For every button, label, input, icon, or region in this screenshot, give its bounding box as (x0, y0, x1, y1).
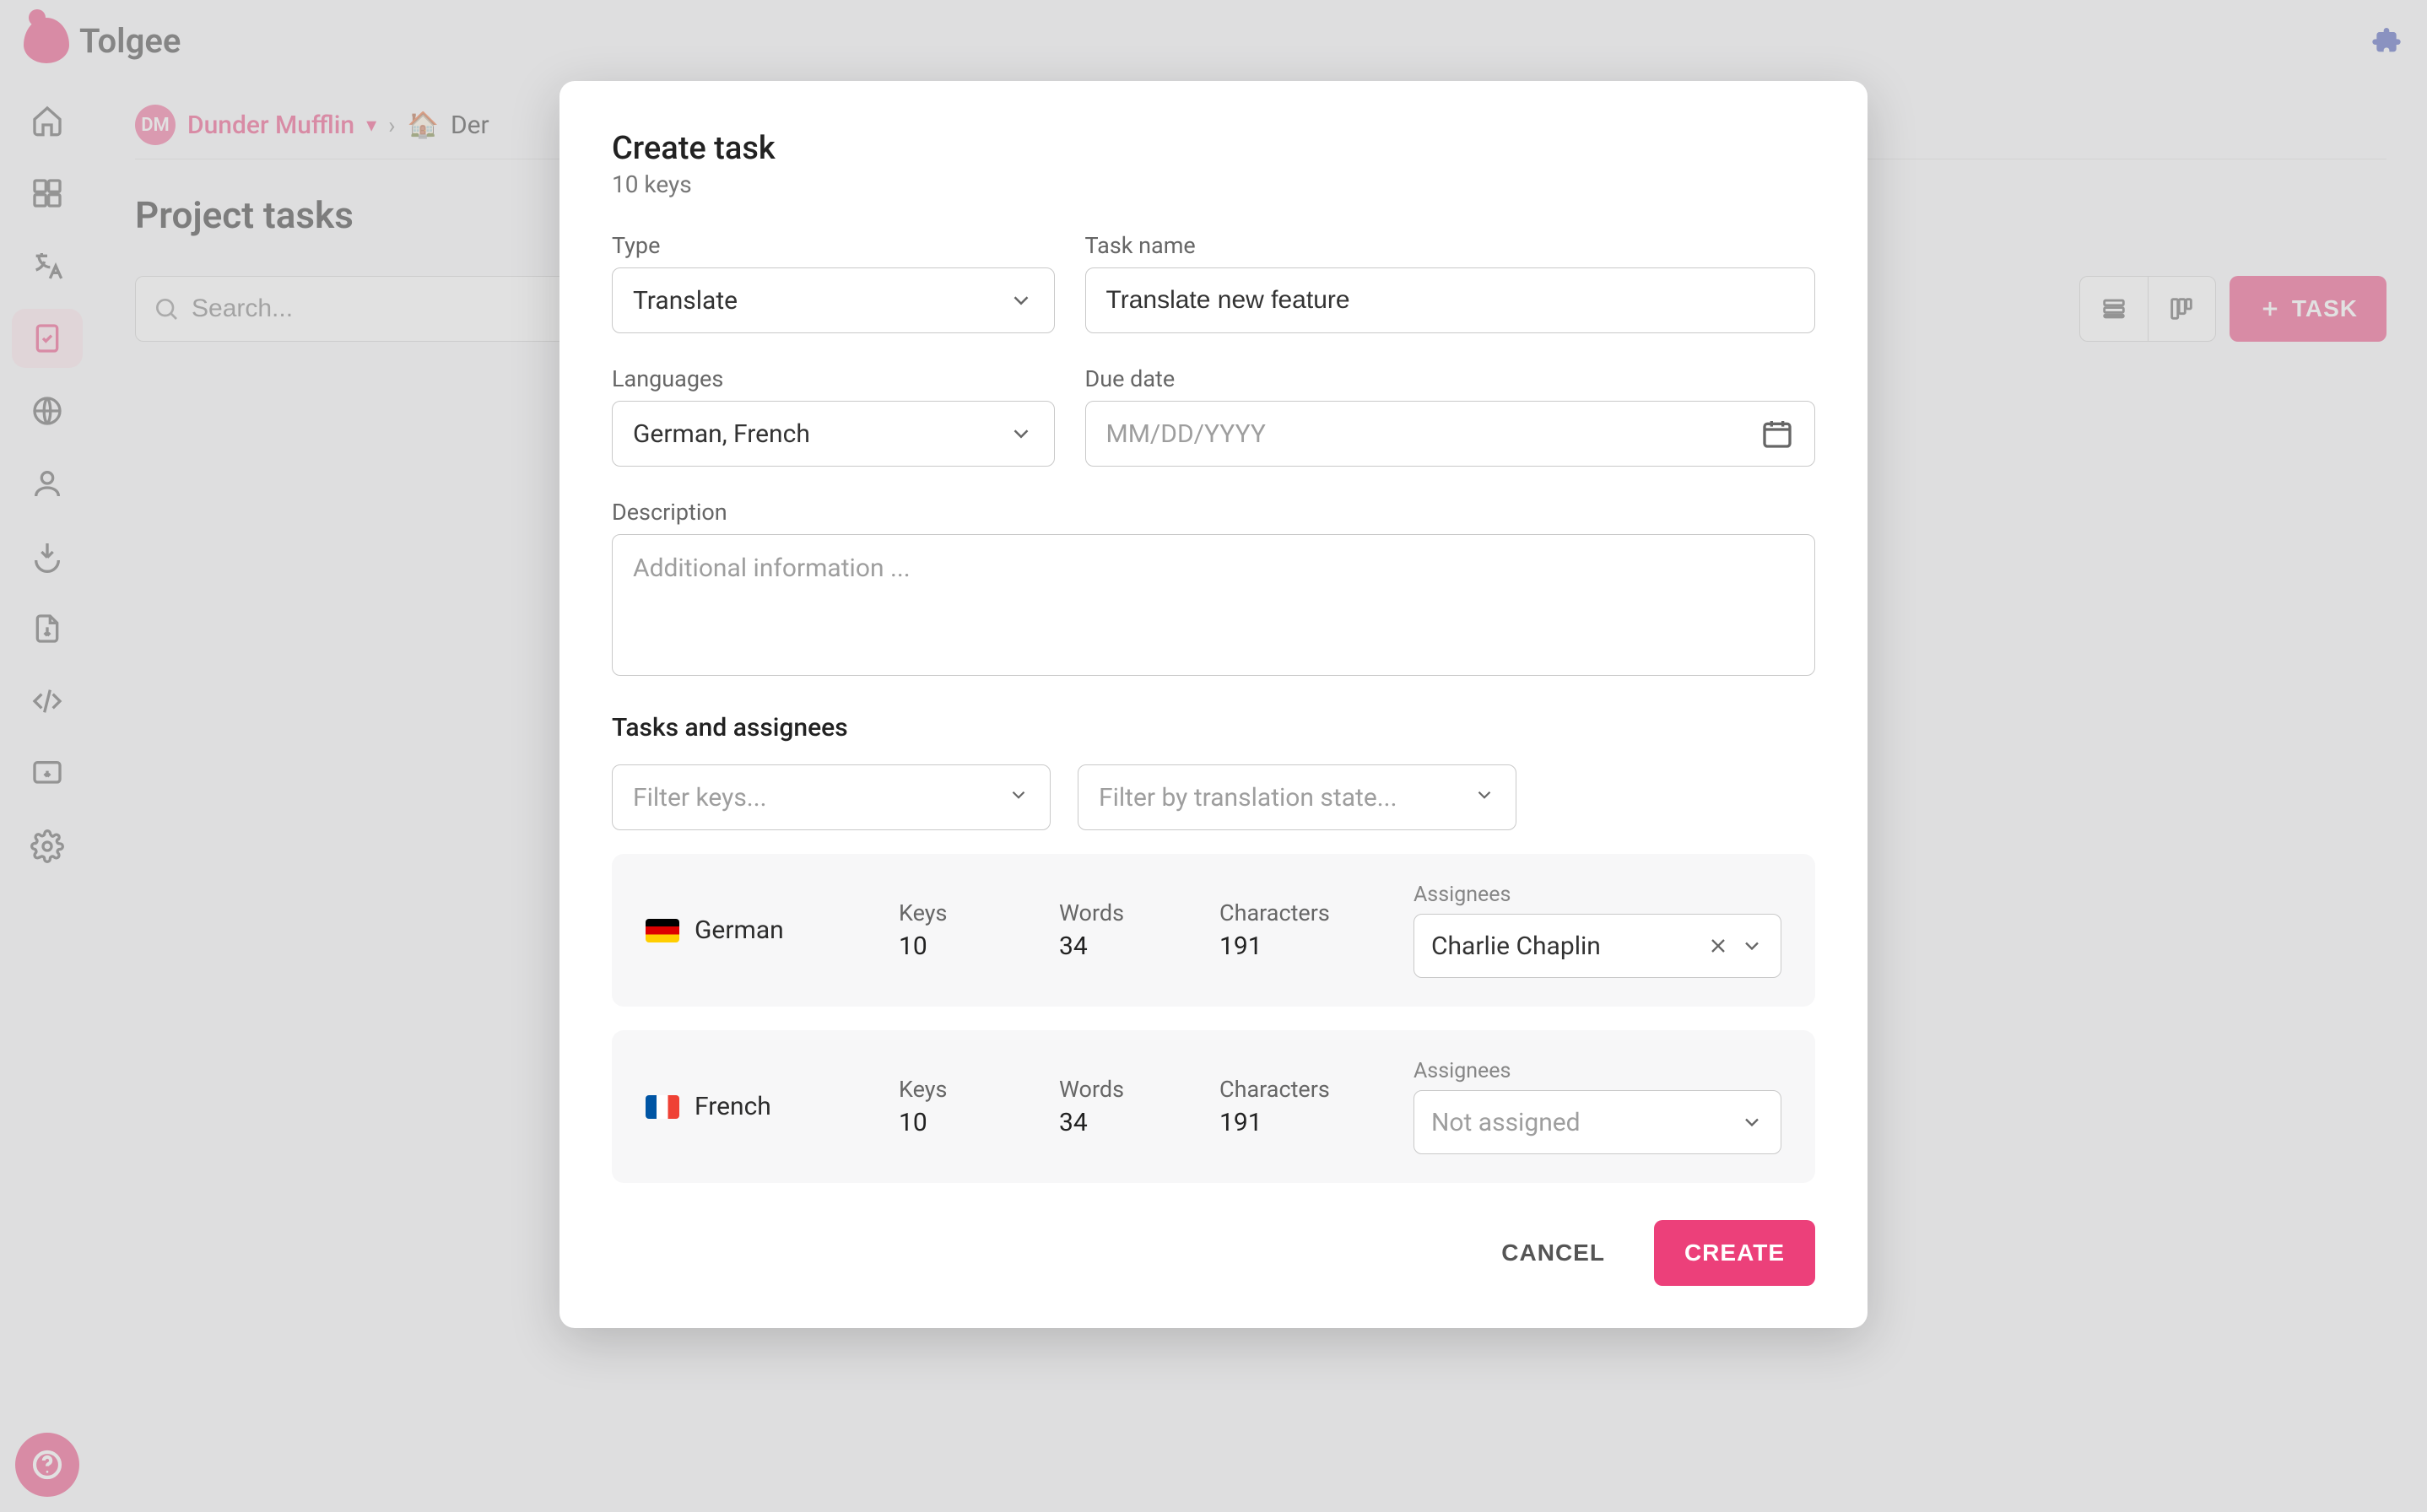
description-input[interactable]: Additional information ... (612, 534, 1815, 676)
stat-words: Words34 (1059, 1076, 1211, 1137)
name-label: Task name (1085, 232, 1815, 259)
stat-words: Words34 (1059, 899, 1211, 961)
name-input[interactable] (1106, 286, 1794, 315)
language-cards: German Keys10 Words34 Characters191 Assi… (612, 854, 1815, 1183)
chevron-down-icon (1008, 288, 1034, 313)
cancel-button[interactable]: CANCEL (1476, 1220, 1630, 1286)
due-input-wrapper[interactable]: MM/DD/YYYY (1085, 401, 1815, 467)
language-card: French Keys10 Words34 Characters191 Assi… (612, 1030, 1815, 1183)
dialog-subtitle: 10 keys (612, 170, 1815, 198)
flag-icon (646, 919, 679, 942)
description-label: Description (612, 499, 1815, 526)
language-name: French (646, 1092, 890, 1121)
modal-overlay[interactable]: Create task 10 keys Type Translate Task … (0, 0, 2427, 1512)
stat-keys: Keys10 (899, 1076, 1051, 1137)
name-field: Task name (1085, 232, 1815, 333)
assignee-label: Assignees (1413, 1059, 1781, 1083)
section-title: Tasks and assignees (612, 713, 1815, 742)
stat-chars: Characters191 (1219, 1076, 1405, 1137)
filter-keys-select[interactable]: Filter keys... (612, 764, 1051, 830)
calendar-icon[interactable] (1760, 417, 1794, 451)
assignee-value: Charlie Chaplin (1431, 932, 1696, 961)
filter-keys-placeholder: Filter keys... (633, 783, 767, 813)
assignee-field: Assignees Charlie Chaplin (1413, 883, 1781, 978)
language-card: German Keys10 Words34 Characters191 Assi… (612, 854, 1815, 1007)
languages-value: German, French (633, 419, 810, 449)
stat-keys: Keys10 (899, 899, 1051, 961)
due-label: Due date (1085, 365, 1815, 392)
languages-field: Languages German, French (612, 365, 1055, 467)
dialog-title: Create task (612, 130, 1815, 167)
filter-state-select[interactable]: Filter by translation state... (1078, 764, 1516, 830)
filter-state-placeholder: Filter by translation state... (1099, 783, 1397, 813)
chevron-down-icon (1008, 783, 1030, 813)
assignee-select[interactable]: Not assigned (1413, 1090, 1781, 1154)
assignee-select[interactable]: Charlie Chaplin (1413, 914, 1781, 978)
language-name: German (646, 915, 890, 945)
assignee-placeholder: Not assigned (1431, 1108, 1730, 1137)
type-label: Type (612, 232, 1055, 259)
chevron-down-icon (1740, 1110, 1764, 1134)
languages-select[interactable]: German, French (612, 401, 1055, 467)
clear-icon[interactable] (1706, 934, 1730, 958)
flag-icon (646, 1095, 679, 1119)
create-task-dialog: Create task 10 keys Type Translate Task … (559, 81, 1868, 1328)
name-input-wrapper[interactable] (1085, 267, 1815, 333)
chevron-down-icon (1473, 783, 1495, 813)
type-value: Translate (633, 286, 738, 316)
create-button[interactable]: CREATE (1654, 1220, 1815, 1286)
due-field: Due date MM/DD/YYYY (1085, 365, 1815, 467)
description-field: Description Additional information ... (612, 499, 1815, 676)
assignee-field: Assignees Not assigned (1413, 1059, 1781, 1154)
due-placeholder: MM/DD/YYYY (1106, 419, 1266, 449)
assignee-label: Assignees (1413, 883, 1781, 907)
stat-chars: Characters191 (1219, 899, 1405, 961)
chevron-down-icon (1008, 421, 1034, 446)
type-field: Type Translate (612, 232, 1055, 333)
type-select[interactable]: Translate (612, 267, 1055, 333)
languages-label: Languages (612, 365, 1055, 392)
chevron-down-icon (1740, 934, 1764, 958)
